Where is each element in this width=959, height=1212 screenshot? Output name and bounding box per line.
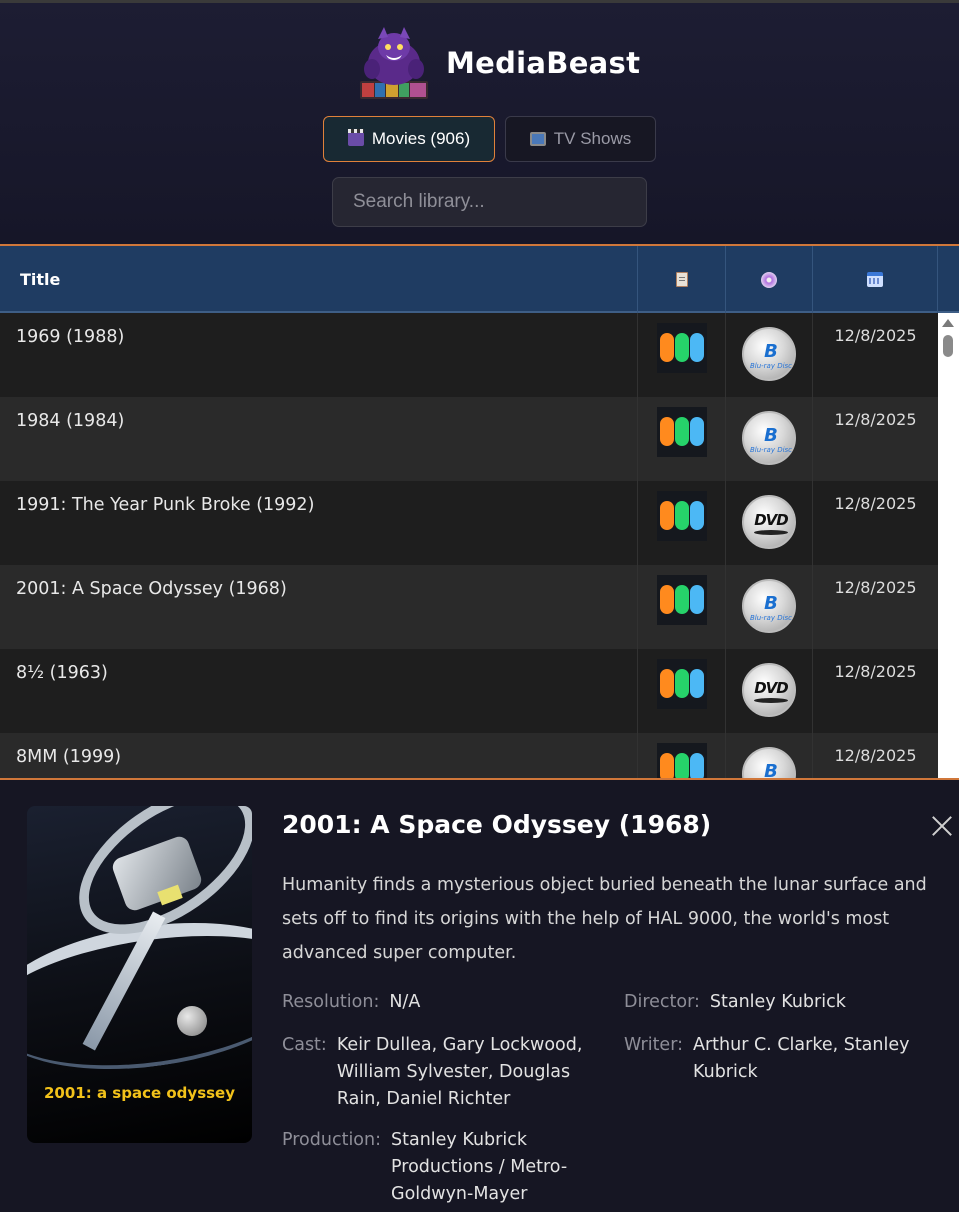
meta-resolution-label: Resolution: (282, 992, 380, 1012)
row-source (638, 649, 726, 733)
row-date: 12/8/2025 (834, 410, 917, 429)
table-row[interactable]: 1969 (1988) B Blu-ray Disc 12/8/2025 (0, 313, 938, 397)
clapperboard-icon (347, 129, 364, 146)
column-header-date[interactable] (813, 246, 938, 313)
dvd-disc-icon: DVD (742, 495, 796, 549)
column-header-source[interactable] (638, 246, 726, 313)
tab-tv-shows[interactable]: TV Shows (505, 116, 656, 162)
tab-movies[interactable]: Movies (906) (323, 116, 495, 162)
detail-description: Humanity finds a mysterious object burie… (282, 875, 927, 963)
row-format: DVD (726, 481, 813, 565)
row-title: 1991: The Year Punk Broke (1992) (0, 481, 638, 565)
scroll-thumb[interactable] (943, 335, 953, 357)
row-format: BBlu-ray Disc (726, 565, 813, 649)
row-title: 8MM (1999) (0, 733, 638, 778)
meta-production: Production: Stanley Kubrick Productions … (282, 1127, 612, 1208)
meta-production-label: Production: (282, 1130, 382, 1150)
app-header: MediaBeast Movies (906) TV Shows (0, 0, 959, 244)
table-row[interactable]: 8½ (1963) DVD 12/8/2025 (0, 649, 938, 733)
meta-director-value: Stanley Kubrick (709, 992, 846, 1012)
column-header-title[interactable]: Title (0, 246, 638, 313)
mascot-logo-icon (360, 27, 428, 99)
bluray-disc-icon: BBlu-ray Disc (742, 747, 796, 778)
meta-writer-value: Arthur C. Clarke, Stanley Kubrick (693, 1035, 910, 1082)
row-title: 1969 (1988) (0, 313, 638, 397)
row-source (638, 481, 726, 565)
library-table: Title 1969 (1988) B Blu-ray Disc 12/8/202… (0, 244, 959, 780)
meta-production-value: Stanley Kubrick Productions / Metro-Gold… (391, 1130, 568, 1204)
plex-source-icon (657, 743, 707, 778)
row-format: DVD (726, 649, 813, 733)
detail-panel: 2001: a space odyssey 2001: A Space Odys… (0, 780, 959, 1212)
table-row[interactable]: 2001: A Space Odyssey (1968) B Blu-ray Di… (0, 565, 938, 649)
scroll-up-arrow-icon[interactable] (942, 319, 954, 327)
calendar-icon (867, 272, 883, 287)
tab-movies-label: Movies (906) (371, 129, 471, 148)
app-title: MediaBeast (446, 46, 641, 80)
row-date: 12/8/2025 (834, 326, 917, 345)
table-scrollbar[interactable] (938, 313, 959, 778)
bluray-disc-icon: BBlu-ray Disc (742, 327, 796, 381)
row-source (638, 397, 726, 481)
dvd-disc-icon: DVD (742, 663, 796, 717)
row-date: 12/8/2025 (834, 578, 917, 597)
meta-director: Director: Stanley Kubrick (624, 989, 944, 1016)
row-title: 2001: A Space Odyssey (1968) (0, 565, 638, 649)
row-date: 12/8/2025 (834, 494, 917, 513)
row-date: 12/8/2025 (834, 662, 917, 681)
search-input[interactable] (332, 177, 647, 227)
meta-writer-label: Writer: (624, 1035, 683, 1055)
meta-cast-label: Cast: (282, 1035, 327, 1055)
table-row[interactable]: 1984 (1984) B Blu-ray Disc 12/8/2025 (0, 397, 938, 481)
meta-writer: Writer: Arthur C. Clarke, Stanley Kubric… (624, 1032, 944, 1086)
plex-source-icon (657, 491, 707, 541)
row-title: 1984 (1984) (0, 397, 638, 481)
bluray-disc-icon: BBlu-ray Disc (742, 579, 796, 633)
movie-poster: 2001: a space odyssey (27, 806, 252, 1143)
detail-title: 2001: A Space Odyssey (1968) (282, 810, 712, 839)
disc-icon (761, 271, 777, 288)
table-row[interactable]: 8MM (1999) BBlu-ray Disc 12/8/2025 (0, 733, 938, 778)
plex-source-icon (657, 407, 707, 457)
television-icon (529, 132, 546, 146)
close-icon[interactable] (928, 812, 956, 840)
header-spacer (938, 246, 959, 313)
row-source (638, 565, 726, 649)
row-format: BBlu-ray Disc (726, 397, 813, 481)
column-header-format[interactable] (726, 246, 813, 313)
row-date: 12/8/2025 (834, 746, 917, 765)
tab-tv-shows-label: TV Shows (553, 129, 632, 148)
meta-cast: Cast: Keir Dullea, Gary Lockwood, Willia… (282, 1032, 602, 1113)
meta-resolution: Resolution: N/A (282, 989, 602, 1016)
brand: MediaBeast (0, 25, 959, 105)
row-format: BBlu-ray Disc (726, 313, 813, 397)
row-source (638, 733, 726, 778)
bluray-disc-icon: BBlu-ray Disc (742, 411, 796, 465)
table-row[interactable]: 1991: The Year Punk Broke (1992) DVD 12/… (0, 481, 938, 565)
meta-director-label: Director: (624, 992, 700, 1012)
plex-source-icon (657, 575, 707, 625)
row-format: BBlu-ray Disc (726, 733, 813, 778)
poster-title-text: 2001: a space odyssey (43, 1084, 235, 1102)
plex-source-icon (657, 323, 707, 373)
plex-source-icon (657, 659, 707, 709)
meta-cast-value: Keir Dullea, Gary Lockwood, William Sylv… (336, 1035, 583, 1109)
table-header: Title (0, 246, 959, 313)
row-source (638, 313, 726, 397)
row-title: 8½ (1963) (0, 649, 638, 733)
clipboard-icon (675, 272, 688, 287)
meta-resolution-value: N/A (389, 992, 421, 1012)
